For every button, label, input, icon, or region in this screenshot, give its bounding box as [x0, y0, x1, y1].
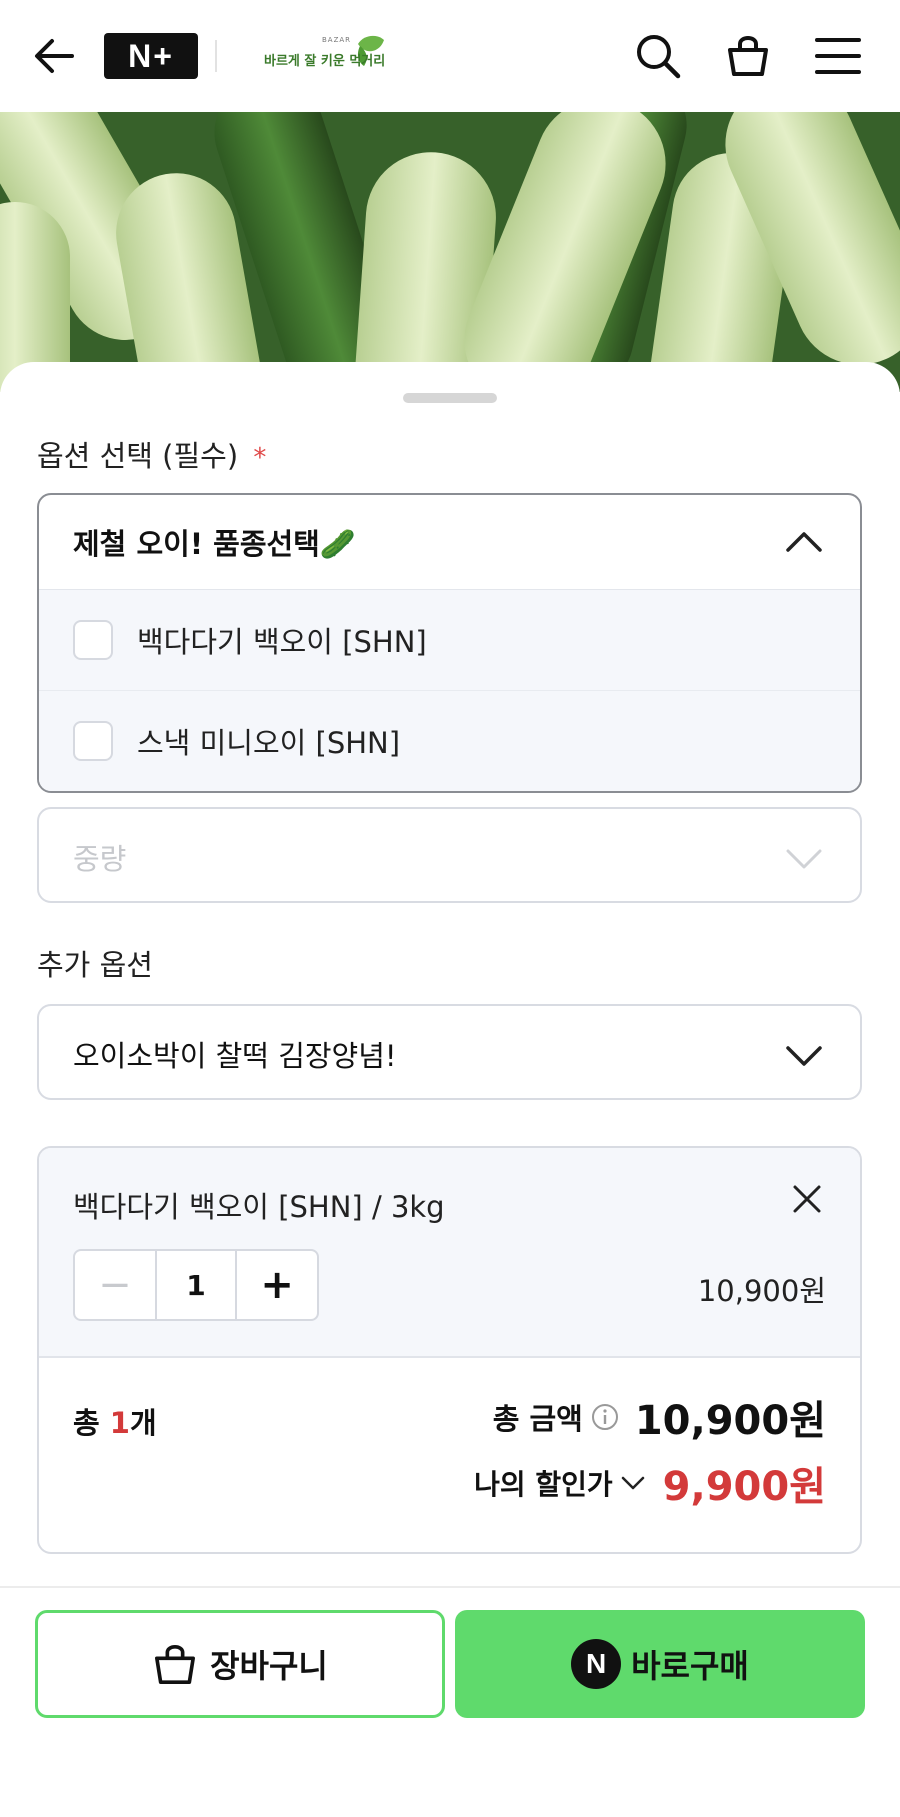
info-icon[interactable] — [591, 1403, 619, 1431]
variety-option-1[interactable]: 백다다기 백오이 [SHN] — [39, 590, 860, 691]
weight-select[interactable]: 중량 — [37, 807, 862, 903]
shopping-bag-icon — [152, 1642, 198, 1686]
extra-option-select[interactable]: 오이소박이 찰떡 김장양념! — [37, 1004, 862, 1100]
brand-badge-text: N+ — [128, 37, 174, 74]
variety-option-label: 백다다기 백오이 [SHN] — [137, 625, 427, 659]
shopping-bag-icon[interactable] — [720, 28, 776, 84]
discount-row: 나의 할인가 9,900원 — [474, 1454, 826, 1512]
back-arrow-icon[interactable] — [28, 32, 80, 80]
store-logo[interactable]: 바르게 잘 키운 먹거리 BAZAR — [260, 30, 390, 78]
total-amount-value: 10,900원 — [634, 1398, 826, 1444]
hamburger-menu-icon[interactable] — [810, 30, 866, 82]
total-amount-label: 총 금액 — [492, 1402, 583, 1436]
variety-option-2[interactable]: 스낵 미니오이 [SHN] — [39, 691, 860, 791]
buy-now-label: 바로구매 — [631, 1647, 749, 1685]
discount-label[interactable]: 나의 할인가 — [474, 1463, 613, 1503]
header-divider — [215, 40, 217, 72]
minus-icon: − — [98, 1262, 132, 1308]
app-header: N+ 바르게 잘 키운 먹거리 BAZAR — [0, 0, 900, 112]
plus-icon: + — [260, 1262, 294, 1308]
selected-item-card: 백다다기 백오이 [SHN] / 3kg − 1 + 10,900원 총 1개 … — [37, 1146, 862, 1554]
sheet-drag-handle[interactable] — [403, 393, 497, 403]
discount-price: 9,900원 — [662, 1464, 826, 1510]
product-image — [0, 112, 900, 392]
chevron-down-icon — [786, 843, 822, 877]
total-count: 총 1개 — [73, 1400, 157, 1442]
footer-divider — [0, 1586, 900, 1588]
total-count-prefix: 총 — [73, 1406, 110, 1440]
option-section-label: 옵션 선택 (필수) * — [37, 433, 266, 475]
buy-now-button[interactable]: N 바로구매 — [455, 1610, 865, 1718]
chevron-up-icon — [786, 525, 822, 559]
remove-item-icon[interactable] — [792, 1184, 822, 1214]
quantity-value[interactable]: 1 — [154, 1251, 238, 1319]
extra-option-label: 추가 옵션 — [37, 948, 153, 982]
selected-item-name: 백다다기 백오이 [SHN] / 3kg — [73, 1190, 445, 1224]
add-to-cart-label: 장바구니 — [210, 1647, 328, 1685]
logo-text: 바르게 잘 키운 먹거리 — [264, 54, 386, 69]
total-count-suffix: 개 — [129, 1406, 157, 1440]
checkbox[interactable] — [73, 620, 113, 660]
cucumber-photo — [0, 112, 900, 392]
logo-small-text: BAZAR — [322, 36, 352, 44]
selected-item-row: 백다다기 백오이 [SHN] / 3kg − 1 + 10,900원 — [39, 1148, 860, 1358]
required-mark: * — [253, 443, 267, 473]
chevron-down-icon — [786, 1040, 822, 1074]
weight-placeholder: 중량 — [73, 842, 127, 876]
decrease-button[interactable]: − — [75, 1251, 155, 1319]
extra-option-inner: 오이소박이 찰떡 김장양념! — [39, 1006, 860, 1102]
variety-dropdown-header[interactable]: 제철 오이! 품종선택🥒 — [39, 495, 860, 590]
naver-plus-badge[interactable]: N+ — [104, 33, 198, 79]
variety-option-label: 스낵 미니오이 [SHN] — [137, 726, 401, 760]
checkbox[interactable] — [73, 721, 113, 761]
variety-dropdown-title: 제철 오이! 품종선택🥒 — [73, 527, 356, 561]
search-icon[interactable] — [630, 28, 686, 84]
add-to-cart-button[interactable]: 장바구니 — [35, 1610, 445, 1718]
chevron-down-icon[interactable] — [621, 1476, 645, 1490]
option-section-title: 옵션 선택 (필수) — [37, 439, 239, 473]
item-price: 10,900원 — [697, 1274, 826, 1308]
variety-dropdown: 제철 오이! 품종선택🥒 백다다기 백오이 [SHN] 스낵 미니오이 [SHN… — [37, 493, 862, 793]
naver-pay-letter: N — [585, 1648, 607, 1679]
increase-button[interactable]: + — [237, 1251, 317, 1319]
weight-select-inner: 중량 — [39, 809, 860, 905]
total-count-number: 1 — [109, 1406, 130, 1440]
extra-option-value: 오이소박이 찰떡 김장양념! — [73, 1039, 397, 1073]
quantity-stepper: − 1 + — [73, 1249, 319, 1321]
total-amount-row: 총 금액 10,900원 — [493, 1388, 826, 1446]
naver-pay-icon: N — [571, 1639, 622, 1689]
